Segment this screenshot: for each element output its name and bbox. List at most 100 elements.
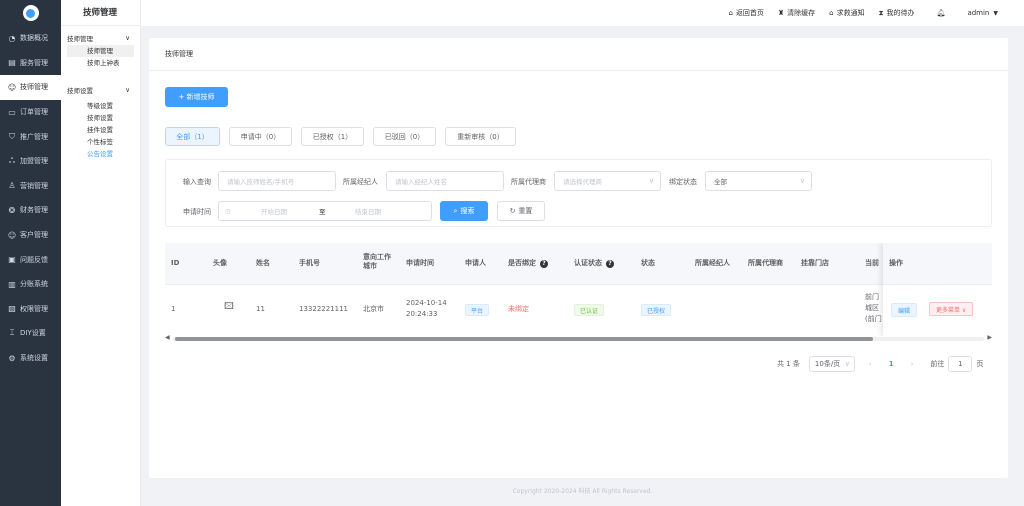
tab-applying[interactable]: 申请中（0） (229, 127, 292, 146)
query-input[interactable]: 请输入技师姓名/手机号 (218, 171, 336, 191)
proxy-select[interactable]: 请选择代理商 ∨ (554, 171, 661, 191)
submenu-item-notice[interactable]: 公告设置 (61, 148, 140, 160)
horizontal-scrollbar[interactable]: ◀ ▶ (165, 334, 992, 343)
sidebar-item-6[interactable]: ♙ 营销管理 (0, 174, 61, 199)
chevron-down-icon: ∨ (648, 177, 654, 185)
col-bound: 是否绑定? (508, 259, 548, 268)
refresh-icon: ↻ (509, 207, 516, 215)
tab-all[interactable]: 全部（1） (165, 127, 220, 146)
cell-city: 北京市 (363, 305, 384, 313)
nav-icon: ♙ (8, 181, 16, 191)
more-menu-button[interactable]: 更多菜单 ∨ (929, 302, 974, 316)
bind-select[interactable]: 全部 ∨ (705, 171, 812, 191)
sidebar-item-7[interactable]: ❂ 财务管理 (0, 198, 61, 223)
agent-input[interactable]: 请输入经纪人姓名 (386, 171, 504, 191)
sidebar-item-10[interactable]: ▥ 分账系统 (0, 272, 61, 297)
sidebar-item-9[interactable]: ▣ 问题反馈 (0, 247, 61, 272)
col-agent: 所属经纪人 (695, 259, 730, 267)
scroll-right-icon[interactable]: ▶ (987, 334, 992, 341)
tab-rejected[interactable]: 已驳回（0） (373, 127, 436, 146)
scroll-left-icon[interactable]: ◀ (165, 334, 170, 341)
col-auth: 认证状态? (574, 259, 614, 268)
sidebar-item-label: 客户管理 (20, 231, 48, 240)
image-icon[interactable]: 🖾︎ (224, 302, 234, 313)
chevron-down-icon: ∨ (844, 360, 850, 368)
next-page-icon[interactable]: › (911, 360, 914, 368)
page-number[interactable]: 1 (889, 360, 894, 368)
cell-apply-time: 2024-10-14 20:24:33 (406, 299, 447, 318)
total-count: 共 1 条 (777, 360, 800, 368)
cell-current: 前门 城区 (前门 (865, 293, 882, 323)
col-store: 挂靠门店 (801, 259, 829, 267)
submenu-item-tech-settings[interactable]: 技师设置 (61, 112, 140, 124)
goto-input[interactable]: 1 (948, 356, 973, 372)
search-icon: ⌕ (453, 206, 458, 215)
tab-recheck[interactable]: 重新审核（0） (445, 127, 516, 146)
clear-cache-link[interactable]: ♜ 清除缓存 (778, 8, 815, 18)
chevron-up-icon: ∨ (125, 86, 130, 94)
sidebar-item-3[interactable]: ▭ 订单管理 (0, 100, 61, 125)
sidebar-item-label: 服务管理 (20, 58, 48, 67)
nav-icon: ◔ (8, 33, 16, 43)
nav-icon: ▤ (8, 58, 16, 68)
sidebar-item-8[interactable]: ☺ 客户管理 (0, 223, 61, 248)
user-menu[interactable]: admin ▼ (967, 9, 998, 17)
col-status: 状态 (641, 259, 655, 267)
sidebar-item-label: 财务管理 (20, 206, 48, 215)
tab-authorized[interactable]: 已授权（1） (301, 127, 364, 146)
status-tag: 已授权 (641, 304, 672, 316)
sidebar-item-13[interactable]: ⚙ 系统设置 (0, 346, 61, 371)
todo-link[interactable]: ⧗ 我的待办 (879, 8, 915, 18)
sidebar-item-label: 系统设置 (20, 354, 48, 363)
reset-button[interactable]: ↻ 重置 (497, 201, 545, 221)
sos-notice-link[interactable]: ⌂ 求救通知 (829, 8, 864, 18)
submenu-item-level[interactable]: 等级设置 (61, 100, 140, 112)
sidebar-item-12[interactable]: ⌶ DIY设置 (0, 321, 61, 346)
submenu-group-settings[interactable]: 技师设置 ∨ (61, 83, 140, 97)
home-icon: ⌂ (728, 9, 733, 17)
col-applicant: 申请人 (465, 259, 486, 267)
brush-icon: ♜ (777, 9, 785, 17)
sidebar-item-label: 加盟管理 (20, 157, 48, 166)
query-label: 输入查询 (183, 178, 211, 186)
submenu-item-tags[interactable]: 个性标签 (61, 136, 140, 148)
pagination: 共 1 条 10条/页 ∨ ‹ 1 › 前往 1 页 (777, 356, 983, 372)
home-link[interactable]: ⌂ 返回首页 (728, 8, 763, 18)
sidebar-item-2[interactable]: ☺ 技师管理 (0, 75, 61, 100)
add-technician-button[interactable]: + 新增技师 (165, 87, 228, 107)
sidebar-item-11[interactable]: ▧ 权限管理 (0, 297, 61, 322)
nav-icon: ❂ (8, 205, 16, 215)
operation-column: 操作 编辑 更多菜单 ∨ (883, 243, 992, 336)
sidebar-item-1[interactable]: ▤ 服务管理 (0, 51, 61, 76)
help-icon[interactable]: ? (606, 260, 614, 268)
nav-icon: ☺ (7, 82, 17, 92)
sidebar-item-4[interactable]: ⛉ 推广管理 (0, 124, 61, 149)
edit-button[interactable]: 编辑 (891, 303, 918, 317)
help-icon[interactable]: ? (540, 260, 548, 268)
page-size-select[interactable]: 10条/页 ∨ (808, 356, 855, 372)
logo (0, 0, 61, 26)
col-name: 姓名 (256, 259, 270, 267)
page-unit: 页 (976, 360, 984, 368)
cell-phone: 13322221111 (299, 305, 348, 313)
submenu: 技师管理 技师管理 ∨ 技师管理 技师上钟表 技师设置 ∨ 等级设置 技师设置 挂件… (61, 0, 141, 506)
sidebar-item-0[interactable]: ◔ 数据概况 (0, 26, 61, 51)
applicant-tag: 平台 (465, 304, 490, 316)
col-current: 当前 (865, 259, 879, 267)
chevron-up-icon: ∨ (125, 34, 130, 42)
end-date[interactable]: 结束日期 (355, 206, 381, 216)
submenu-group-technician[interactable]: 技师管理 ∨ (61, 31, 140, 45)
prev-page-icon[interactable]: ‹ (869, 360, 872, 368)
submenu-item-schedule[interactable]: 技师上钟表 (61, 57, 140, 69)
sidebar-item-5[interactable]: ஃ 加盟管理 (0, 149, 61, 174)
submenu-item-pendant[interactable]: 挂件设置 (61, 124, 140, 136)
bell-icon[interactable]: 🔔︎ (937, 9, 946, 17)
date-range-picker[interactable]: ◷ 开始日期 至 结束日期 (218, 201, 432, 221)
main-panel: 技师管理 + 新增技师 全部（1） 申请中（0） 已授权（1） 已驳回（0） 重… (149, 38, 1008, 478)
start-date[interactable]: 开始日期 (261, 206, 287, 216)
search-button[interactable]: ⌕ 搜索 (440, 201, 488, 221)
range-separator: 至 (319, 208, 326, 216)
submenu-item-technician[interactable]: 技师管理 (67, 45, 134, 57)
scroll-thumb[interactable] (175, 337, 873, 341)
logo-icon (22, 5, 39, 21)
